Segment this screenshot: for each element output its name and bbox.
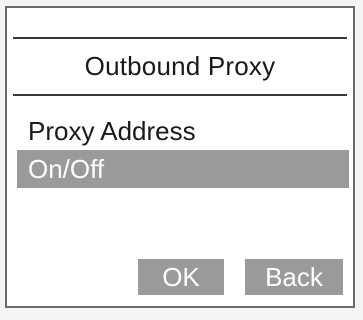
menu-item-label: On/Off	[28, 153, 105, 184]
ok-button-label: OK	[162, 261, 200, 292]
device-frame: Outbound Proxy Proxy Address On/Off OK B…	[0, 0, 363, 320]
back-button[interactable]: Back	[245, 259, 343, 295]
back-button-label: Back	[265, 261, 323, 292]
page-title: Outbound Proxy	[84, 51, 276, 81]
menu-item-on-off[interactable]: On/Off	[17, 150, 349, 188]
lcd-screen: Outbound Proxy Proxy Address On/Off OK B…	[5, 6, 355, 308]
title-bar: Outbound Proxy	[13, 37, 347, 96]
ok-button[interactable]: OK	[138, 259, 224, 295]
menu-item-proxy-address[interactable]: Proxy Address	[17, 112, 349, 150]
menu-item-label: Proxy Address	[28, 115, 196, 146]
